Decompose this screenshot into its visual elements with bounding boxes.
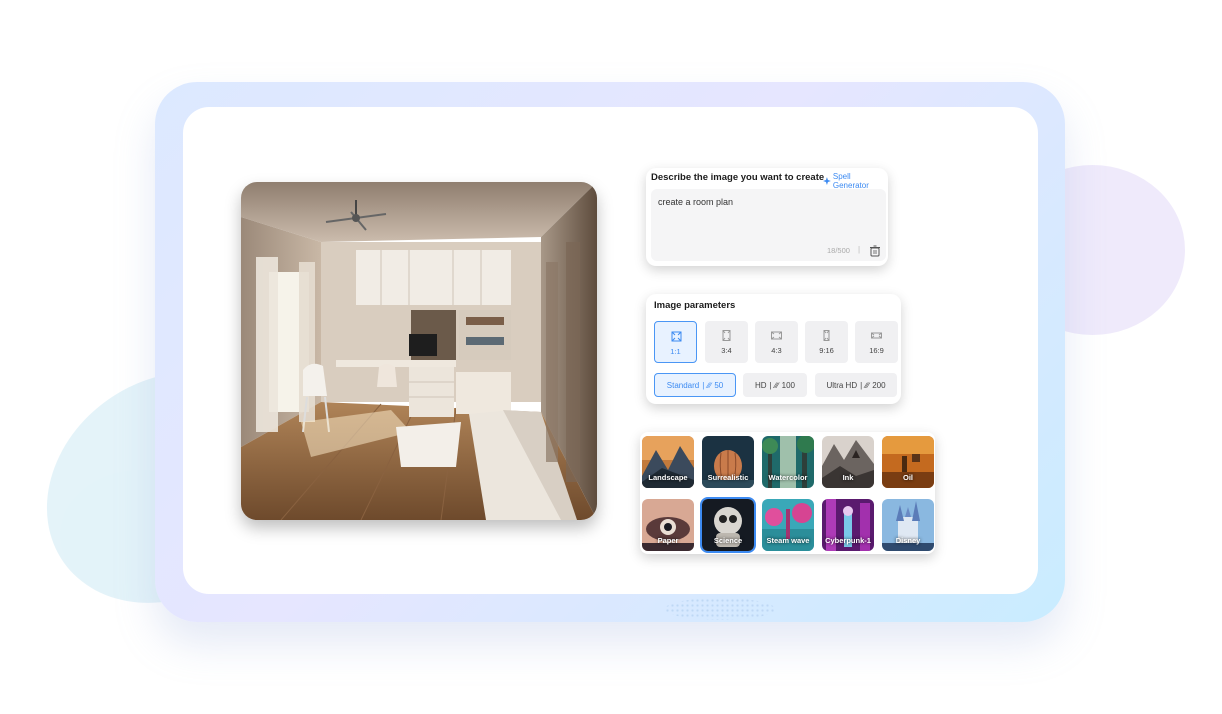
decorative-dots [665, 598, 775, 620]
style-label: Watercolor [768, 473, 808, 482]
style-label: Ink [842, 473, 854, 482]
style-watercolor[interactable]: Watercolor [762, 436, 814, 488]
style-cyberpunk-1[interactable]: Cyberpunk-1 [822, 499, 874, 551]
ratio-label: 1:1 [670, 347, 681, 356]
spell-generator-button[interactable]: Spell Generator [823, 172, 888, 190]
style-landscape[interactable]: Landscape [642, 436, 694, 488]
quality-cost: 100 [781, 380, 795, 390]
ratio-option-4-3[interactable]: 4:3 [755, 321, 798, 363]
parameters-card: Image parameters 1:1 3:4 4:3 9:16 16:9 S… [646, 294, 901, 404]
style-paper[interactable]: Paper [642, 499, 694, 551]
prompt-input[interactable]: create a room plan 18/500 | [651, 189, 886, 261]
ratio-label: 3:4 [721, 346, 732, 355]
ratio-option-9-16[interactable]: 9:16 [805, 321, 848, 363]
style-label: Oil [902, 473, 913, 482]
sparkle-icon [823, 177, 831, 185]
quality-cost: 50 [714, 380, 724, 390]
spell-generator-label: Spell Generator [832, 172, 869, 190]
ratio-label: 4:3 [771, 346, 782, 355]
separator: | [858, 245, 861, 254]
style-label: Paper [657, 536, 679, 545]
room-illustration [241, 182, 597, 520]
style-label: Steam wave [766, 536, 810, 545]
generated-image[interactable] [241, 182, 597, 520]
credits-icon: ∕∕∕ [865, 380, 870, 390]
prompt-card: Describe the image you want to create Sp… [646, 168, 888, 266]
quality-cost: 200 [872, 380, 886, 390]
aspect-ratio-icon [871, 332, 882, 339]
style-disney[interactable]: Disney [882, 499, 934, 551]
prompt-text[interactable]: create a room plan [658, 197, 733, 207]
char-counter: 18/500 [827, 246, 850, 255]
ratio-option-3-4[interactable]: 3:4 [705, 321, 748, 363]
style-ink[interactable]: Ink [822, 436, 874, 488]
quality-label: HD [754, 380, 767, 390]
style-label: Cyberpunk-1 [825, 536, 871, 545]
parameters-title: Image parameters [654, 300, 736, 311]
ratio-option-1-1[interactable]: 1:1 [654, 321, 697, 363]
style-label: Surrealistic [707, 473, 749, 482]
credits-icon: ∕∕∕ [774, 380, 779, 390]
trash-icon[interactable] [868, 244, 882, 258]
quality-label: Ultra HD [826, 380, 858, 390]
quality-standard[interactable]: Standard | ∕∕∕ 50 [654, 373, 736, 397]
quality-ultra-hd[interactable]: Ultra HD | ∕∕∕ 200 [815, 373, 897, 397]
ratio-option-16-9[interactable]: 16:9 [855, 321, 898, 363]
aspect-ratio-icon [722, 330, 731, 341]
style-oil[interactable]: Oil [882, 436, 934, 488]
ratio-label: 9:16 [819, 346, 834, 355]
style-surrealistic[interactable]: Surrealistic [702, 436, 754, 488]
style-label: Science [713, 536, 743, 545]
style-label: Landscape [648, 473, 688, 482]
ratio-label: 16:9 [869, 346, 884, 355]
quality-hd[interactable]: HD | ∕∕∕ 100 [743, 373, 807, 397]
aspect-ratio-icon [671, 331, 682, 342]
stage: Describe the image you want to create Sp… [0, 0, 1222, 714]
style-grid: Landscape Surrealistic Watercolor Ink Oi… [640, 432, 935, 554]
style-steam-wave[interactable]: Steam wave [762, 499, 814, 551]
style-science[interactable]: Science [700, 497, 756, 553]
quality-label: Standard [666, 380, 700, 390]
aspect-ratio-icon [771, 331, 782, 340]
aspect-ratio-icon [823, 330, 830, 341]
credits-icon: ∕∕∕ [707, 380, 712, 390]
style-label: Disney [895, 536, 921, 545]
prompt-title: Describe the image you want to create [651, 172, 825, 183]
